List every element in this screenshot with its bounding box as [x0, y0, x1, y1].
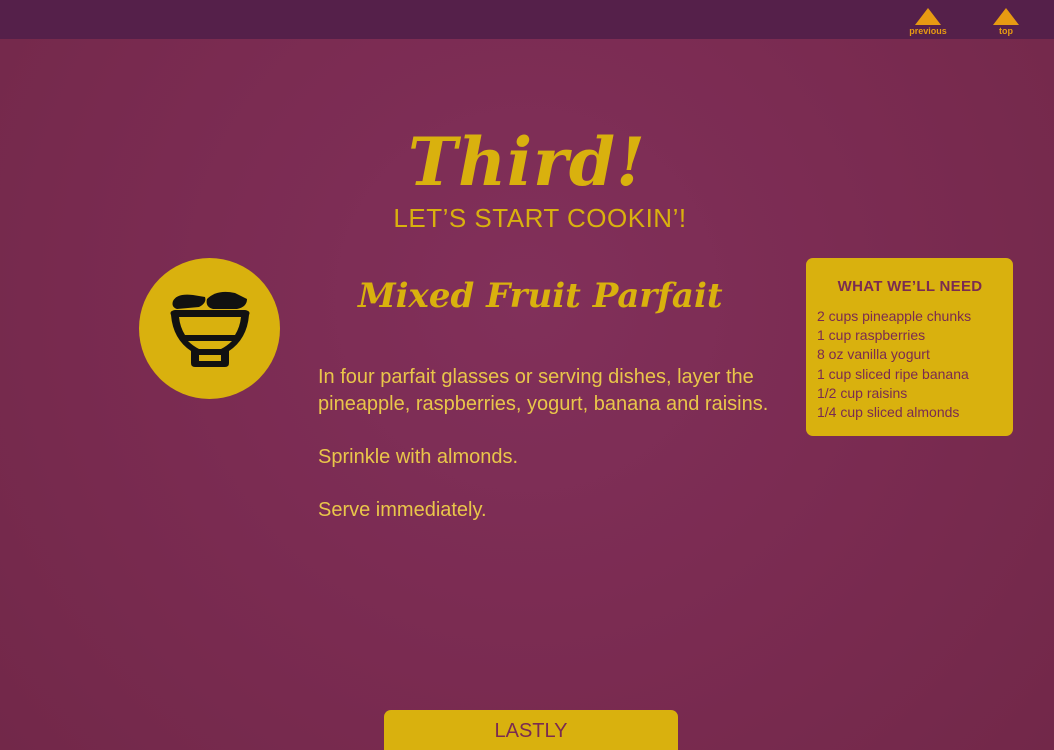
ingredients-heading: WHAT WE’LL NEED: [837, 278, 983, 295]
triangle-up-icon: [915, 8, 941, 25]
recipe-steps: In four parfait glasses or serving dishe…: [318, 364, 788, 550]
ingredient-item: 1/2 cup raisins: [817, 384, 908, 401]
ingredient-item: 1/4 cup sliced almonds: [817, 404, 960, 421]
previous-label: previous: [909, 26, 947, 36]
parfait-bowl-icon: [139, 258, 280, 399]
triangle-up-icon: [993, 8, 1019, 25]
previous-button[interactable]: previous: [903, 8, 953, 38]
top-label: top: [999, 26, 1013, 36]
next-section-label: LASTLY: [494, 720, 568, 742]
ingredients-list: 2 cups pineapple chunks 1 cup raspberrie…: [817, 307, 1003, 422]
recipe-step: Sprinkle with almonds.: [318, 446, 519, 468]
next-section-button[interactable]: LASTLY: [384, 710, 678, 750]
page-title: Third!: [407, 123, 647, 201]
ingredient-item: 1 cup raspberries: [817, 327, 926, 344]
page-subtitle: LET’S START COOKIN’!: [393, 203, 687, 233]
top-navigation-bar: previous top: [0, 0, 1054, 39]
top-button[interactable]: top: [981, 8, 1031, 38]
recipe-step: In four parfait glasses or serving dishe…: [318, 366, 769, 415]
ingredient-item: 1 cup sliced ripe banana: [817, 365, 969, 382]
recipe-step: Serve immediately.: [318, 499, 487, 521]
ingredient-item: 8 oz vanilla yogurt: [817, 346, 930, 363]
recipe-title: Mixed Fruit Parfait: [358, 276, 723, 316]
ingredient-item: 2 cups pineapple chunks: [817, 308, 972, 324]
ingredients-card: WHAT WE’LL NEED 2 cups pineapple chunks …: [806, 258, 1013, 436]
